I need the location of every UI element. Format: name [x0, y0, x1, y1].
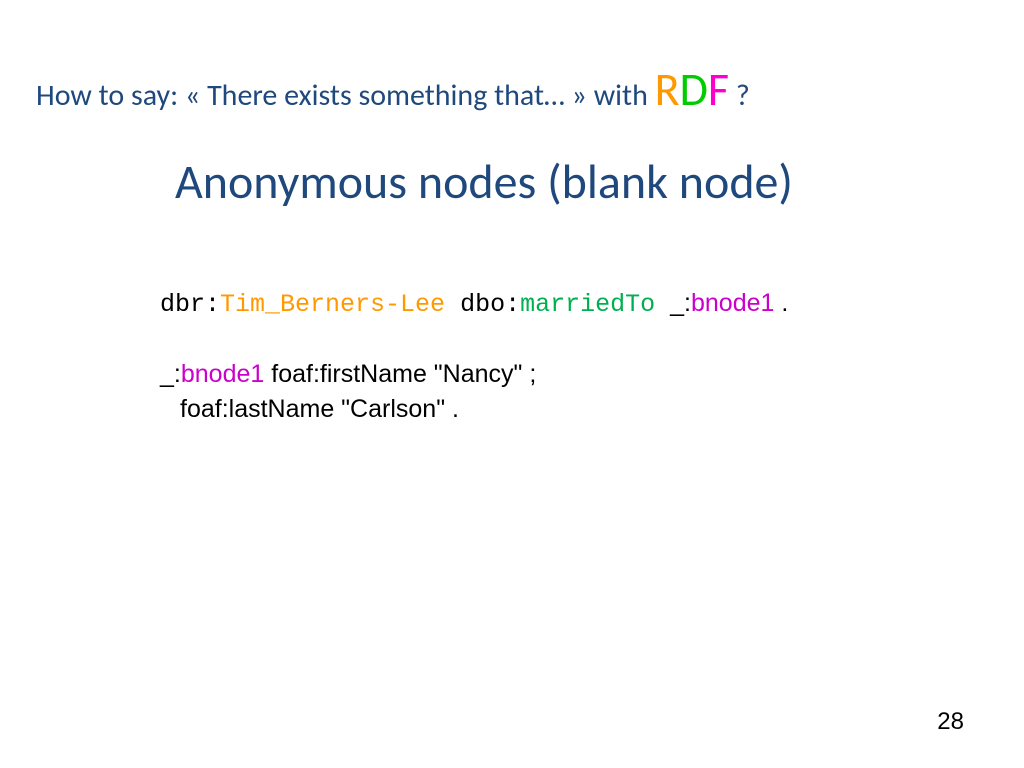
- code-underscore-2: _:: [160, 360, 181, 388]
- code-tim-berners-lee: Tim_Berners-Lee: [220, 290, 445, 319]
- slide-title: Anonymous nodes (blank node): [175, 152, 793, 211]
- code-line-2: _:bnode1 foaf:firstName "Nancy" ;: [160, 356, 788, 392]
- code-period-1: .: [774, 289, 788, 317]
- rdf-letter-d: D: [680, 62, 708, 118]
- rdf-letter-f: F: [708, 62, 729, 118]
- header-suffix: ?: [729, 77, 750, 114]
- code-space: [655, 290, 670, 319]
- code-bnode1-a: bnode1: [691, 289, 774, 317]
- slide-header: How to say: « There exists something tha…: [36, 62, 750, 118]
- code-line-1: dbr:Tim_Berners-Lee dbo:marriedTo _:bnod…: [160, 285, 788, 322]
- code-underscore-1: _:: [670, 289, 691, 317]
- code-married-to: marriedTo: [520, 290, 655, 319]
- code-dbo-prefix: dbo:: [445, 290, 520, 319]
- code-dbr-prefix: dbr:: [160, 290, 220, 319]
- page-number: 28: [937, 708, 964, 736]
- code-block: dbr:Tim_Berners-Lee dbo:marriedTo _:bnod…: [160, 285, 788, 427]
- code-bnode1-b: bnode1: [181, 360, 264, 388]
- code-line-3: foaf:lastName "Carlson" .: [160, 392, 788, 427]
- rdf-letter-r: R: [655, 62, 680, 118]
- header-prefix: How to say: « There exists something tha…: [36, 77, 655, 114]
- code-foaf-firstname: foaf:firstName "Nancy" ;: [264, 360, 536, 388]
